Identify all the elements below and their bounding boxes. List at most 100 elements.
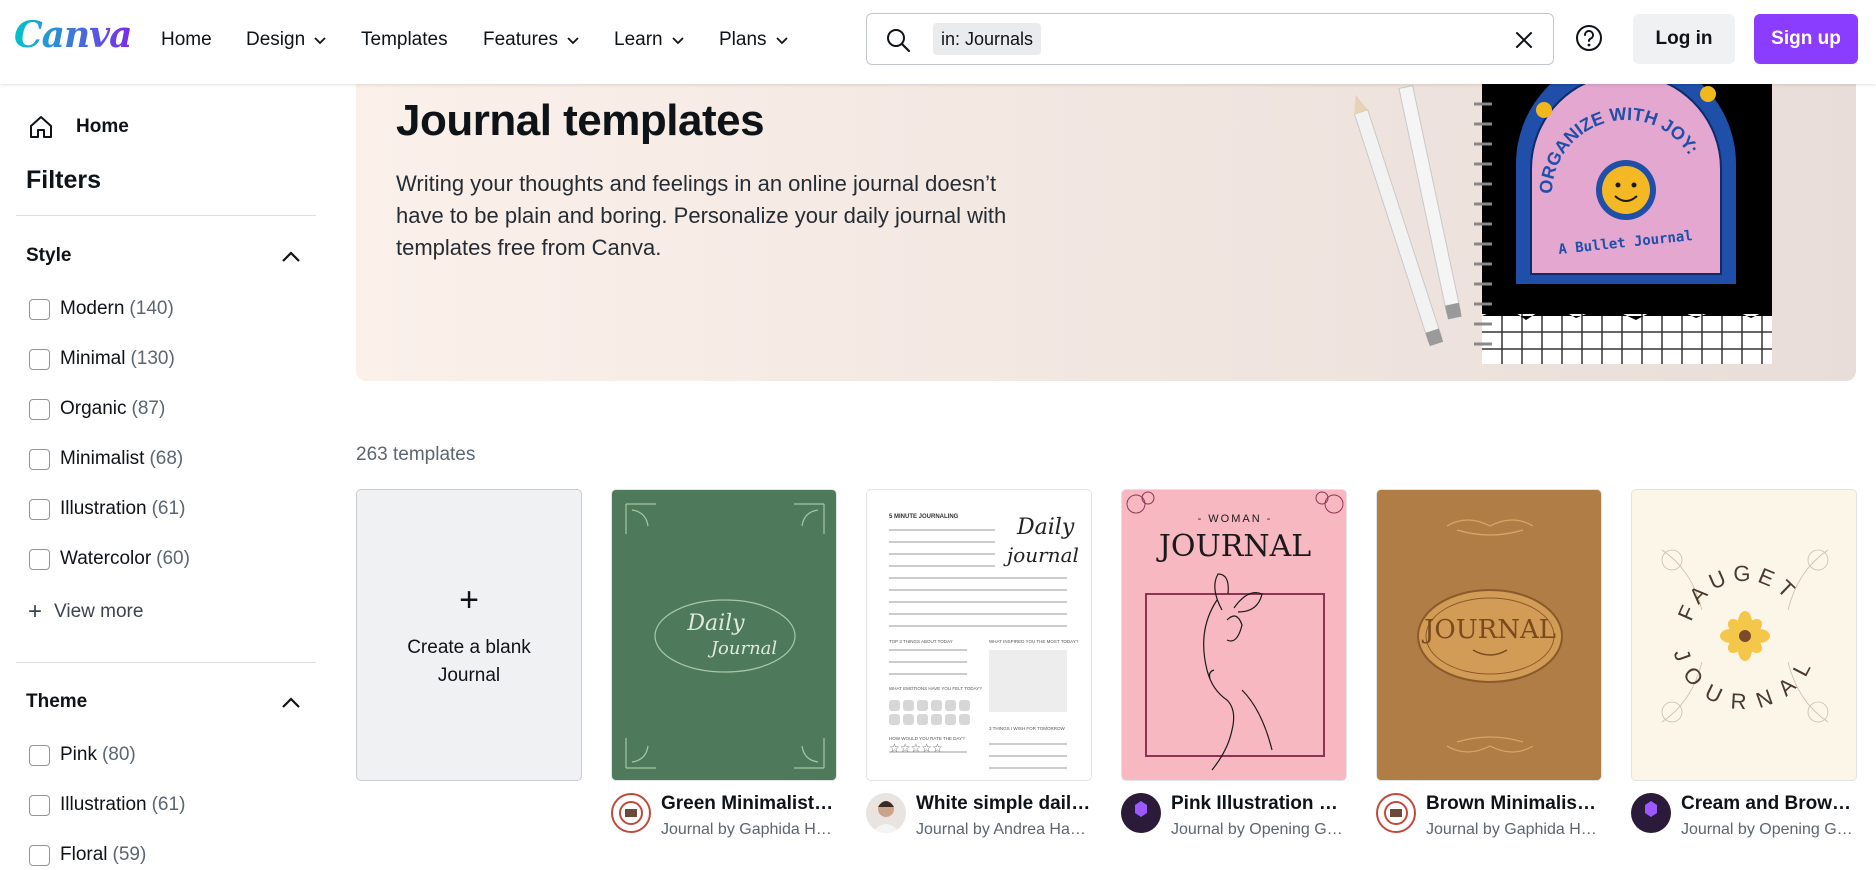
template-card[interactable]: JOURNAL Brown Minimalist Journal Journal…	[1376, 489, 1602, 849]
checkbox[interactable]	[29, 844, 50, 866]
template-title[interactable]: Cream and Brown Journal	[1681, 793, 1857, 815]
search-icon[interactable]	[885, 27, 911, 53]
template-card[interactable]: FAUGET JOURNAL Cream and Brown Journal J…	[1631, 489, 1857, 849]
template-title[interactable]: Pink Illustration Woman Journal	[1171, 793, 1347, 815]
cover-text: JOURNAL	[1156, 529, 1311, 564]
plus-icon: +	[459, 580, 479, 619]
nav-plans[interactable]: Plans	[719, 0, 789, 80]
nav-features[interactable]: Features	[483, 0, 580, 80]
creator-avatar[interactable]	[1376, 793, 1416, 833]
template-title[interactable]: Brown Minimalist Journal	[1426, 793, 1602, 815]
create-blank-label: Create a blank Journal	[407, 636, 531, 686]
filter-label: Illustration	[60, 794, 147, 815]
notebook-illustration: ORGANIZE WITH JOY: A Bullet Journal	[1353, 84, 1772, 364]
svg-text:FAUGET: FAUGET	[1673, 561, 1804, 624]
canva-logo[interactable]: Canva	[14, 14, 132, 56]
search-scope-chip[interactable]: in: Journals	[933, 23, 1042, 55]
template-title[interactable]: Green Minimalist Daily Journal	[661, 793, 837, 815]
cover-text: TOP 3 THINGS ABOUT TODAY	[889, 639, 953, 644]
chevron-up-icon[interactable]	[280, 246, 302, 268]
filter-count: (59)	[112, 844, 147, 865]
creator-logo-icon	[1135, 801, 1147, 817]
template-thumbnail[interactable]: 5 MINUTE JOURNALING Daily journal TOP 3 …	[866, 489, 1092, 781]
filter-theme-floral[interactable]: Floral (59)	[29, 844, 146, 866]
filter-style-organic[interactable]: Organic (87)	[29, 398, 165, 420]
nav-label: Plans	[719, 29, 767, 50]
cover-text: FAUGET	[1673, 561, 1798, 624]
cover-text: journal	[1003, 543, 1079, 567]
template-creator[interactable]: Journal by Opening Gate	[1681, 821, 1857, 839]
filter-style-minimalist[interactable]: Minimalist (68)	[29, 448, 183, 470]
create-blank-card[interactable]: + Create a blank Journal	[356, 489, 582, 781]
nav-home[interactable]: Home	[161, 0, 212, 80]
template-card[interactable]: 5 MINUTE JOURNALING Daily journal TOP 3 …	[866, 489, 1092, 849]
template-thumbnail[interactable]: JOURNAL	[1376, 489, 1602, 781]
filter-label: Floral	[60, 844, 108, 865]
filter-style-watercolor[interactable]: Watercolor (60)	[29, 548, 190, 570]
template-title[interactable]: White simple daily journal	[916, 793, 1092, 815]
checkbox[interactable]	[29, 794, 50, 816]
help-icon[interactable]	[1574, 23, 1604, 53]
template-cover-art: Daily Journal	[625, 503, 825, 769]
nav-label: Features	[483, 29, 558, 50]
checkbox[interactable]	[29, 348, 50, 370]
filter-style-illustration[interactable]: Illustration (61)	[29, 498, 185, 520]
creator-avatar[interactable]	[1631, 793, 1671, 833]
filter-count: (87)	[131, 398, 166, 419]
create-blank-button[interactable]: + Create a blank Journal	[356, 489, 582, 781]
creator-avatar[interactable]	[866, 793, 906, 833]
checkbox[interactable]	[29, 744, 50, 766]
filter-theme-illustration[interactable]: Illustration (61)	[29, 794, 185, 816]
checkbox[interactable]	[29, 448, 50, 470]
creator-avatar[interactable]	[611, 793, 651, 833]
checkbox[interactable]	[29, 298, 50, 320]
template-creator[interactable]: Journal by Gaphida Hype	[1426, 821, 1602, 839]
sidebar-home-label: Home	[76, 116, 129, 137]
svg-text:☆☆☆☆☆: ☆☆☆☆☆	[889, 741, 943, 755]
hero-description: Writing your thoughts and feelings in an…	[396, 171, 1007, 260]
theme-section-title[interactable]: Theme	[26, 691, 87, 713]
template-thumbnail[interactable]: Daily Journal	[611, 489, 837, 781]
filter-style-minimal[interactable]: Minimal (130)	[29, 348, 175, 370]
chevron-up-icon[interactable]	[280, 692, 302, 714]
clear-search-icon[interactable]	[1513, 29, 1535, 51]
nav-label: Home	[161, 29, 212, 50]
login-button[interactable]: Log in	[1633, 14, 1735, 64]
divider	[16, 662, 316, 663]
chevron-down-icon	[314, 37, 326, 45]
filter-label: Watercolor	[60, 548, 152, 569]
checkbox[interactable]	[29, 398, 50, 420]
signup-button[interactable]: Sign up	[1754, 14, 1858, 64]
checkbox[interactable]	[29, 498, 50, 520]
nav-templates[interactable]: Templates	[361, 0, 448, 80]
template-thumbnail[interactable]: - WOMAN - JOURNAL	[1121, 489, 1347, 781]
checkbox[interactable]	[29, 548, 50, 570]
creator-photo	[872, 801, 900, 833]
filter-style-modern[interactable]: Modern (140)	[29, 298, 174, 320]
filter-theme-pink[interactable]: Pink (80)	[29, 744, 136, 766]
nav-design[interactable]: Design	[246, 0, 327, 80]
cover-text: JOURNAL	[1421, 615, 1556, 645]
template-card[interactable]: - WOMAN - JOURNAL Pink Illustration Woma…	[1121, 489, 1347, 849]
plus-icon: +	[28, 598, 43, 625]
chevron-down-icon	[567, 37, 579, 45]
creator-logo-icon	[619, 801, 643, 825]
filter-count: (140)	[129, 298, 174, 319]
style-section-title[interactable]: Style	[26, 245, 71, 267]
template-card[interactable]: Daily Journal Green Minimalist Daily Jou…	[611, 489, 837, 849]
template-creator[interactable]: Journal by Gaphida Hype	[661, 821, 837, 839]
view-more-button[interactable]: + View more	[28, 600, 143, 624]
template-thumbnail[interactable]: FAUGET JOURNAL	[1631, 489, 1857, 781]
cover-text: Daily	[1016, 515, 1075, 540]
template-cover-art: 5 MINUTE JOURNALING Daily journal TOP 3 …	[889, 514, 1079, 769]
search-bar[interactable]: in: Journals	[866, 13, 1554, 65]
creator-avatar[interactable]	[1121, 793, 1161, 833]
template-creator[interactable]: Journal by Opening Gate	[1171, 821, 1347, 839]
template-cover-art: JOURNAL	[1417, 519, 1563, 753]
divider	[16, 215, 316, 216]
template-cover-art: FAUGET JOURNAL	[1661, 549, 1829, 723]
nav-learn[interactable]: Learn	[614, 0, 685, 80]
cover-text: WHAT INSPIRED YOU THE MOST TODAY?	[989, 639, 1079, 644]
sidebar-home-link[interactable]: Home	[28, 114, 129, 140]
template-creator[interactable]: Journal by Andrea Hanes	[916, 821, 1092, 839]
